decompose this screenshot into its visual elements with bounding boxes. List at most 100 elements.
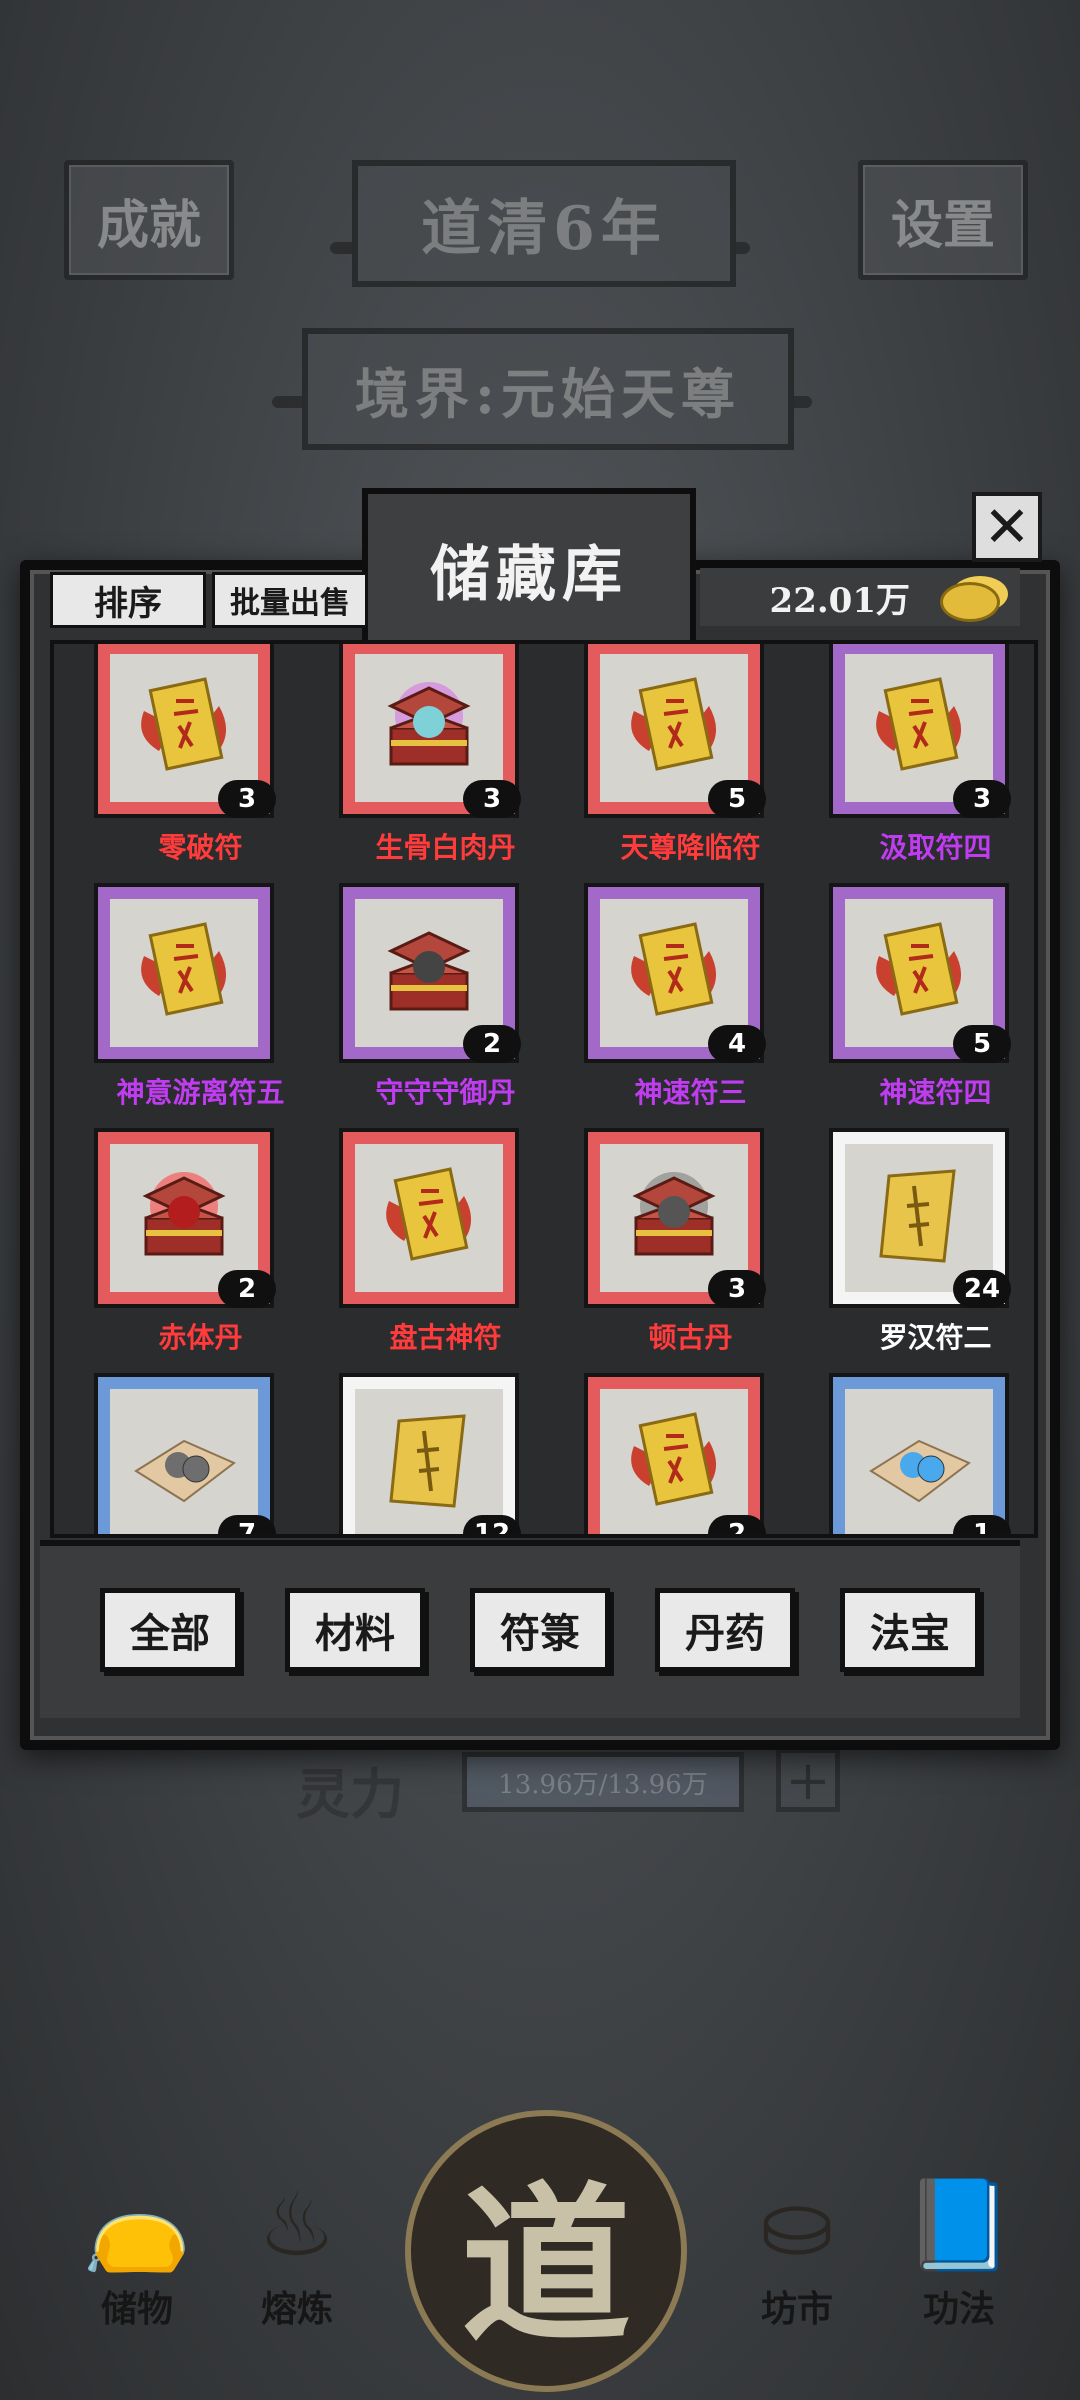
- item-slot[interactable]: 5 天尊降临符: [568, 644, 813, 881]
- realm-label: 境界:元始天尊: [355, 361, 741, 426]
- tab-0[interactable]: 全部: [100, 1588, 240, 1672]
- talisman-icon: [124, 666, 244, 790]
- item-card[interactable]: 3: [94, 644, 276, 818]
- item-slot[interactable]: 2: [568, 1371, 813, 1534]
- realm-plate: 境界:元始天尊: [302, 328, 794, 450]
- item-card[interactable]: 1: [829, 1373, 1011, 1534]
- item-quantity-badge: 3: [953, 780, 1011, 818]
- lingli-plus-button[interactable]: +: [776, 1748, 840, 1812]
- item-card[interactable]: 2: [94, 1128, 276, 1308]
- item-card[interactable]: 4: [584, 883, 766, 1063]
- storage-title: 储藏库: [430, 539, 628, 610]
- nav-market[interactable]: ⛀ 坊市: [722, 2170, 872, 2332]
- achievements-button[interactable]: 成就: [64, 160, 234, 280]
- tab-2[interactable]: 符箓: [470, 1588, 610, 1672]
- talisman-icon: [124, 911, 244, 1035]
- item-slot[interactable]: 7: [78, 1371, 323, 1534]
- item-slot[interactable]: 盘古神符: [323, 1126, 568, 1371]
- furnace-icon: ♨: [257, 2173, 337, 2276]
- tab-1[interactable]: 材料: [285, 1588, 425, 1672]
- item-slot[interactable]: 5 神速符四: [813, 881, 1034, 1126]
- achievements-label: 成就: [96, 194, 201, 256]
- item-quantity-badge: 12: [463, 1515, 521, 1534]
- nav-skills-label: 功法: [922, 2288, 995, 2330]
- paper-icon: [369, 1401, 489, 1525]
- item-slot[interactable]: 3 顿古丹: [568, 1126, 813, 1371]
- item-slot[interactable]: 2 赤体丹: [78, 1126, 323, 1371]
- lingli-value: 13.96万/13.96万: [498, 1769, 708, 1800]
- talisman-icon: [859, 666, 979, 790]
- nav-market-label: 坊市: [760, 2288, 833, 2330]
- item-card[interactable]: 24: [829, 1128, 1011, 1308]
- item-slot[interactable]: 3 零破符: [78, 644, 323, 881]
- item-name: 神速符四: [879, 1076, 992, 1109]
- item-grid-area: 3 零破符 3 生骨白肉丹 5 天尊降临符 3 汲取符四 神意游离符五 2 守守守御丹 4 神速符三 5 神…: [50, 640, 1038, 1538]
- item-quantity-badge: 3: [218, 780, 276, 818]
- item-card[interactable]: [94, 883, 274, 1063]
- pills-blue-icon: [859, 1401, 979, 1525]
- plus-icon: +: [785, 1748, 831, 1812]
- sort-label: 排序: [94, 583, 162, 624]
- item-card[interactable]: 2: [584, 1373, 766, 1534]
- item-name: 生骨白肉丹: [375, 831, 516, 864]
- item-name: 赤体丹: [158, 1321, 243, 1354]
- talisman-icon: [614, 666, 734, 790]
- settings-button[interactable]: 设置: [858, 160, 1028, 280]
- item-card[interactable]: 5: [829, 883, 1011, 1063]
- storage-title-plate: 储藏库: [362, 488, 696, 650]
- year-title: 道清6年: [421, 194, 667, 264]
- talisman-icon: [859, 911, 979, 1035]
- nav-storage-label: 储物: [100, 2288, 173, 2330]
- sort-button[interactable]: 排序: [50, 572, 206, 628]
- item-card[interactable]: 5: [584, 644, 766, 818]
- item-quantity-badge: 2: [463, 1025, 521, 1063]
- item-card[interactable]: 7: [94, 1373, 276, 1534]
- item-slot[interactable]: 24 罗汉符二: [813, 1126, 1034, 1371]
- chest-glow-icon: [369, 666, 489, 790]
- talisman-icon: [614, 911, 734, 1035]
- dao-label: 道: [460, 2166, 631, 2366]
- book-icon: 📘: [904, 2173, 1014, 2276]
- item-name: 天尊降临符: [620, 831, 761, 864]
- item-slot[interactable]: 1: [813, 1371, 1034, 1534]
- bulk-sell-label: 批量出售: [230, 586, 350, 621]
- item-slot[interactable]: 2 守守守御丹: [323, 881, 568, 1126]
- item-name: 盘古神符: [389, 1321, 502, 1354]
- dao-center-button[interactable]: 道: [405, 2110, 687, 2392]
- close-button[interactable]: ✕: [972, 492, 1042, 562]
- lingli-label: 灵力: [296, 1762, 404, 1826]
- item-card[interactable]: 3: [829, 644, 1011, 818]
- item-slot[interactable]: 3 生骨白肉丹: [323, 644, 568, 881]
- item-slot[interactable]: 4 神速符三: [568, 881, 813, 1126]
- item-card[interactable]: 3: [584, 1128, 766, 1308]
- item-name: 汲取符四: [879, 831, 992, 864]
- item-quantity-badge: 3: [708, 1270, 766, 1308]
- item-slot[interactable]: 神意游离符五: [78, 881, 323, 1126]
- tab-3[interactable]: 丹药: [655, 1588, 795, 1672]
- lingli-bar: 13.96万/13.96万: [462, 1752, 744, 1812]
- pouch-icon: 👝: [82, 2173, 192, 2276]
- chest-red-icon: [124, 1156, 244, 1280]
- item-name: 顿古丹: [648, 1321, 733, 1354]
- paper-icon: [859, 1156, 979, 1280]
- nav-skills[interactable]: 📘 功法: [884, 2170, 1034, 2332]
- item-name: 零破符: [158, 831, 243, 864]
- item-card[interactable]: [339, 1128, 519, 1308]
- close-icon: ✕: [983, 494, 1031, 560]
- item-quantity-badge: 5: [953, 1025, 1011, 1063]
- chest-dark-icon: [369, 911, 489, 1035]
- item-card[interactable]: 3: [339, 644, 521, 818]
- item-card[interactable]: 2: [339, 883, 521, 1063]
- tab-4[interactable]: 法宝: [840, 1588, 980, 1672]
- nav-storage[interactable]: 👝 储物: [62, 2170, 212, 2332]
- item-grid: 3 零破符 3 生骨白肉丹 5 天尊降临符 3 汲取符四 神意游离符五 2 守守守御丹 4 神速符三 5 神…: [78, 644, 1034, 1534]
- item-slot[interactable]: 12: [323, 1371, 568, 1534]
- currency-amount: 22.01万: [769, 580, 910, 621]
- item-card[interactable]: 12: [339, 1373, 521, 1534]
- bulk-sell-button[interactable]: 批量出售: [212, 572, 368, 628]
- item-quantity-badge: 5: [708, 780, 766, 818]
- item-slot[interactable]: 3 汲取符四: [813, 644, 1034, 881]
- item-name: 守守守御丹: [375, 1076, 516, 1109]
- item-quantity-badge: 1: [953, 1515, 1011, 1534]
- nav-refine[interactable]: ♨ 熔炼: [222, 2170, 372, 2332]
